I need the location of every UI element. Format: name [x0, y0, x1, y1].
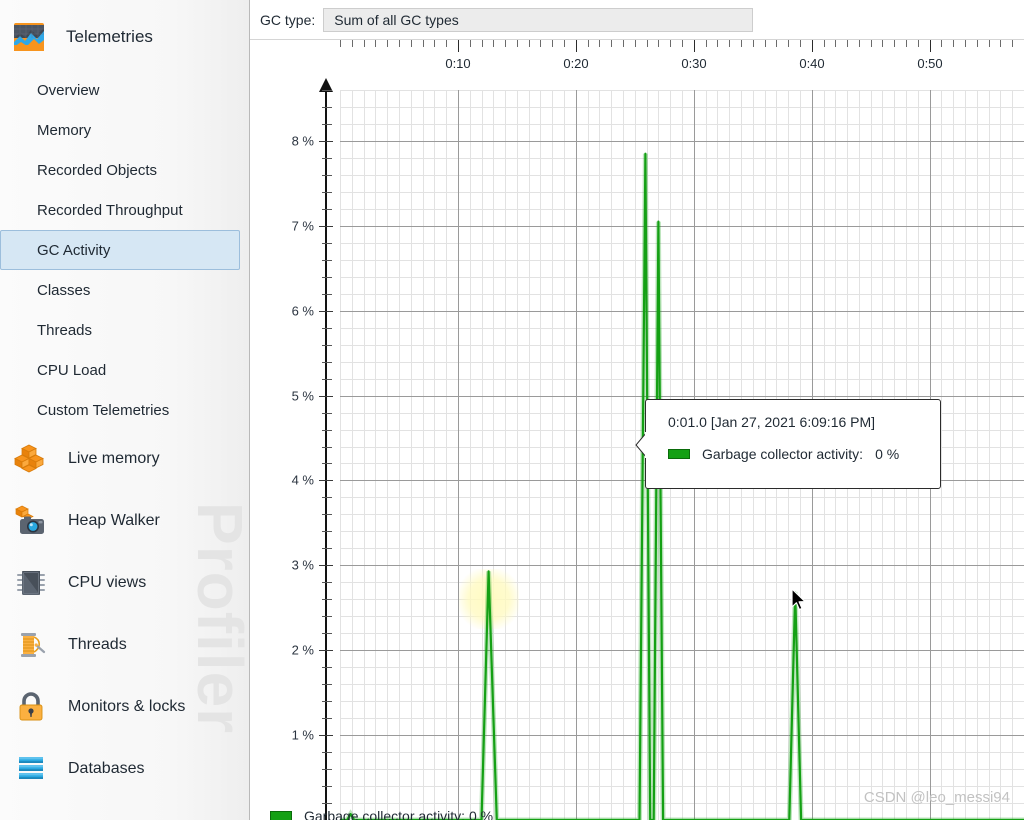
sidebar-section-heap-walker[interactable]: Heap Walker	[0, 490, 249, 552]
sidebar-item-cpu-load[interactable]: CPU Load	[0, 350, 240, 390]
tooltip-series-row: Garbage collector activity: 0 %	[668, 446, 922, 462]
sidebar-section-label: Monitors & locks	[68, 698, 186, 715]
tooltip-timestamp: 0:01.0 [Jan 27, 2021 6:09:16 PM]	[668, 414, 876, 430]
sidebar-section-label: CPU views	[68, 574, 147, 591]
sidebar-item-label: GC Activity	[37, 241, 111, 259]
live-memory-icon	[14, 442, 48, 476]
sidebar-section-monitors-locks[interactable]: Monitors & locks	[0, 676, 249, 738]
x-axis-tick-label: 0:20	[563, 56, 589, 71]
sidebar-item-label: Threads	[37, 321, 93, 339]
monitors-locks-icon	[14, 690, 48, 724]
sidebar-section-cpu-views[interactable]: CPU views	[0, 552, 249, 614]
sidebar-item-threads[interactable]: Threads	[0, 310, 240, 350]
chart-legend: Garbage collector activity: 0 %	[270, 808, 493, 820]
sidebar-item-overview[interactable]: Overview	[0, 70, 240, 110]
tooltip-series-value: 0 %	[875, 446, 900, 462]
x-axis-tick-label: 0:30	[681, 56, 707, 71]
threads-icon	[14, 628, 48, 662]
sidebar-section-label: Databases	[68, 760, 145, 777]
tooltip-series-label: Garbage collector activity:	[702, 446, 864, 462]
y-axis-line	[325, 90, 327, 820]
databases-icon	[14, 752, 48, 786]
toolbar: GC type: Sum of all GC types	[250, 0, 1024, 40]
gc-type-label: GC type:	[260, 11, 316, 28]
chart-tooltip: 0:01.0 [Jan 27, 2021 6:09:16 PM] Garbage…	[635, 399, 941, 489]
sidebar-section-databases[interactable]: Databases	[0, 738, 249, 800]
main-pane: GC type: Sum of all GC types 0:10 0:20 0:3…	[250, 0, 1024, 820]
sidebar-item-label: Overview	[37, 81, 100, 99]
x-axis-tick-label: 0:40	[799, 56, 825, 71]
x-axis-tick-label: 0:10	[445, 56, 471, 71]
sidebar-item-recorded-objects[interactable]: Recorded Objects	[0, 150, 240, 190]
sidebar-item-gc-activity[interactable]: GC Activity	[0, 230, 240, 270]
tooltip-arrow-icon	[635, 432, 647, 458]
jprofiler-window: Profiler Telemetries Overview Memory Rec…	[0, 0, 1024, 820]
cpu-views-icon	[14, 566, 48, 600]
sidebar-section-threads[interactable]: Threads	[0, 614, 249, 676]
y-axis-tick-label: 3 %	[291, 557, 314, 573]
sidebar-item-label: Memory	[37, 121, 92, 139]
sidebar-header-label: Telemetries	[66, 27, 153, 46]
sidebar-item-label: Recorded Objects	[37, 161, 158, 179]
y-axis-tick-label: 6 %	[291, 303, 314, 319]
tooltip-color-swatch	[668, 449, 690, 459]
y-axis-tick-label: 8 %	[291, 133, 314, 149]
y-axis-tick-label: 5 %	[291, 388, 314, 404]
sidebar-item-classes[interactable]: Classes	[0, 270, 240, 310]
sidebar-item-label: CPU Load	[37, 361, 107, 379]
heap-walker-icon	[14, 504, 48, 538]
sidebar-header-telemetries[interactable]: Telemetries	[0, 12, 249, 62]
sidebar-item-label: Custom Telemetries	[37, 401, 170, 419]
sidebar-section-label: Live memory	[68, 450, 160, 467]
gc-activity-chart: 0:10 0:20 0:30 0:40 0:50 1 % 2 % 3 % 4 % 5 % 6 % 7…	[250, 40, 1024, 820]
x-axis-tick-label: 0:50	[917, 56, 943, 71]
sidebar-section-label: Heap Walker	[68, 512, 160, 529]
sidebar-item-memory[interactable]: Memory	[0, 110, 240, 150]
y-axis-tick-label: 4 %	[291, 472, 314, 488]
sidebar: Profiler Telemetries Overview Memory Rec…	[0, 0, 250, 820]
y-axis-tick-label: 7 %	[291, 218, 314, 234]
y-axis: 1 % 2 % 3 % 4 % 5 % 6 % 7 % 8 %	[250, 78, 340, 820]
y-axis-tick-label: 2 %	[291, 642, 314, 658]
x-axis: 0:10 0:20 0:30 0:40 0:50	[250, 40, 1024, 90]
sidebar-section-label: Threads	[68, 636, 127, 653]
y-axis-tick-label: 1 %	[291, 727, 314, 743]
sidebar-item-label: Classes	[37, 281, 91, 299]
telemetries-icon	[12, 20, 46, 54]
sidebar-item-recorded-throughput[interactable]: Recorded Throughput	[0, 190, 240, 230]
gc-type-select[interactable]: Sum of all GC types	[323, 7, 754, 32]
gc-type-value: Sum of all GC types	[334, 11, 459, 28]
legend-color-swatch	[270, 811, 292, 820]
sidebar-section-live-memory[interactable]: Live memory	[0, 428, 249, 490]
legend-label: Garbage collector activity: 0 %	[304, 808, 494, 820]
sidebar-item-label: Recorded Throughput	[37, 201, 183, 219]
sidebar-item-custom-telemetries[interactable]: Custom Telemetries	[0, 390, 240, 430]
